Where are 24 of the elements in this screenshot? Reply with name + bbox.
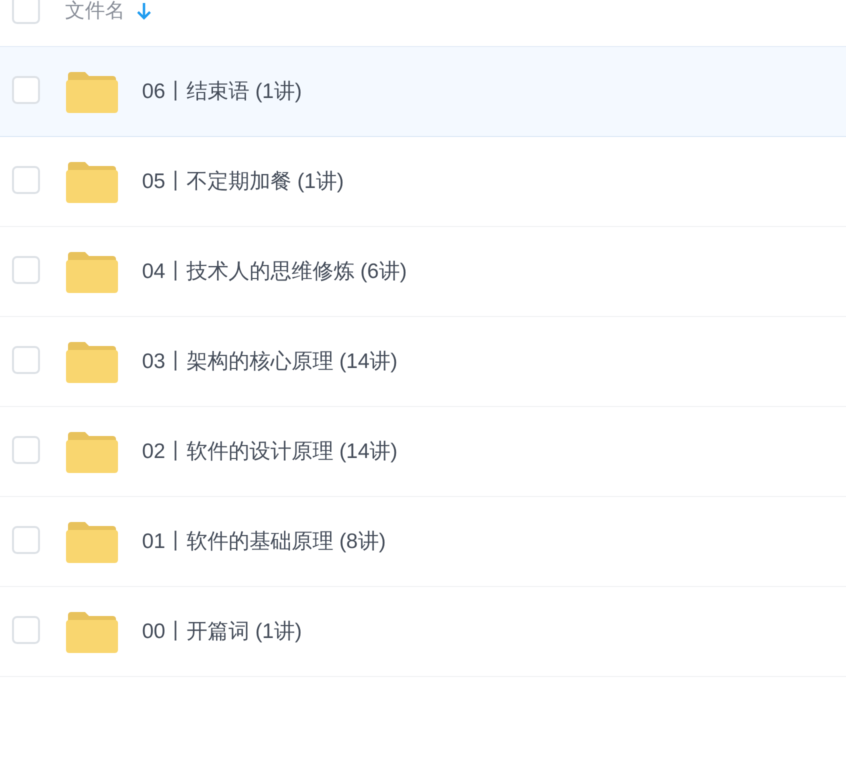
checkbox[interactable] <box>12 436 40 464</box>
folder-icon <box>66 70 118 112</box>
folder-name[interactable]: 03丨架构的核心原理 (14讲) <box>142 346 398 378</box>
folder-name[interactable]: 05丨不定期加餐 (1讲) <box>142 166 344 198</box>
checkbox[interactable] <box>12 526 40 554</box>
folder-icon <box>66 520 118 562</box>
checkbox[interactable] <box>12 346 40 374</box>
folder-icon <box>66 160 118 202</box>
checkbox[interactable] <box>12 166 40 194</box>
sort-down-icon[interactable] <box>137 2 151 20</box>
checkbox[interactable] <box>12 0 40 24</box>
folder-name[interactable]: 02丨软件的设计原理 (14讲) <box>142 436 398 468</box>
checkbox[interactable] <box>12 616 40 644</box>
folder-name[interactable]: 04丨技术人的思维修炼 (6讲) <box>142 256 407 288</box>
folder-row[interactable]: 06丨结束语 (1讲) <box>0 47 846 137</box>
checkbox[interactable] <box>12 76 40 104</box>
folder-name[interactable]: 06丨结束语 (1讲) <box>142 76 302 108</box>
folder-icon <box>66 250 118 292</box>
folder-name[interactable]: 00丨开篇词 (1讲) <box>142 616 302 648</box>
folder-icon <box>66 610 118 652</box>
folder-icon <box>66 340 118 382</box>
folder-icon <box>66 430 118 472</box>
checkbox[interactable] <box>12 256 40 284</box>
folder-name[interactable]: 01丨软件的基础原理 (8讲) <box>142 526 386 558</box>
